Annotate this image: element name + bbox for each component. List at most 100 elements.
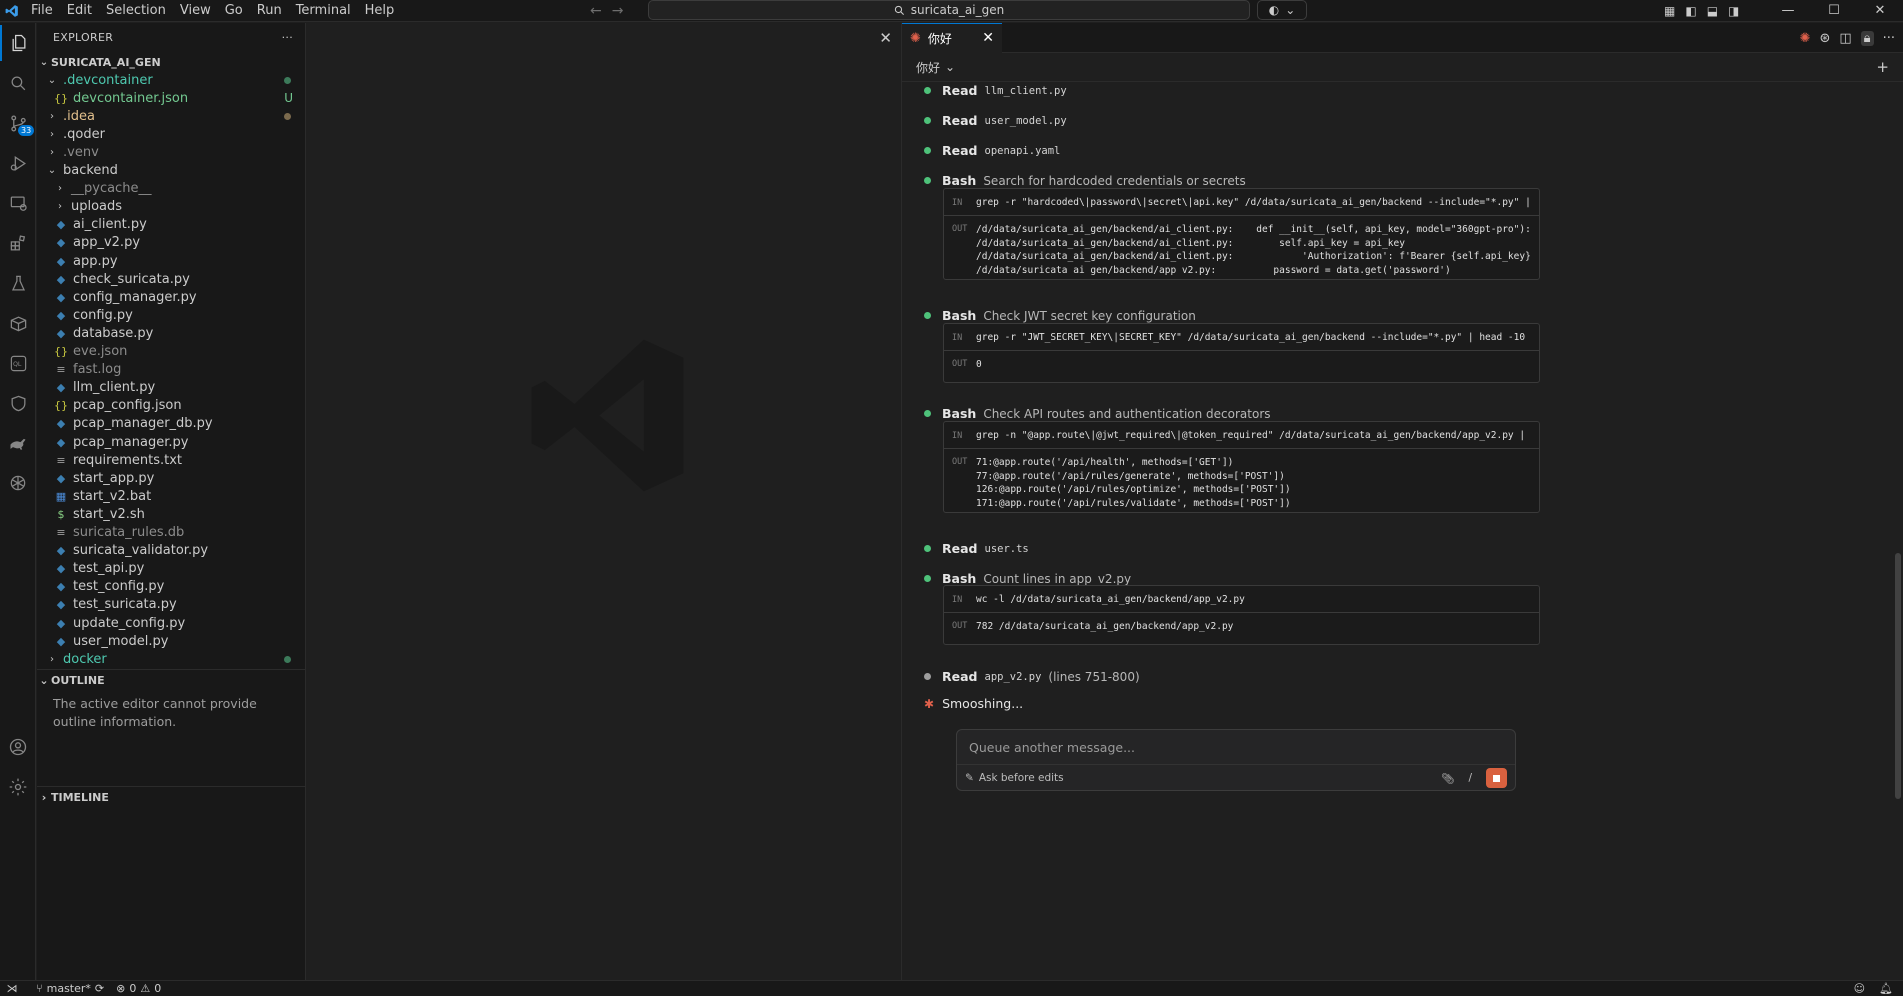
menu-view[interactable]: View xyxy=(173,0,218,22)
shield-icon[interactable] xyxy=(0,385,36,421)
tree-item-label: suricata_validator.py xyxy=(73,543,209,559)
outline-empty-message: The active editor cannot provide outline… xyxy=(53,696,257,729)
command-output-row: OUT 71:@app.route('/api/health', methods=… xyxy=(944,449,1539,512)
copilot-status-icon[interactable]: ☺ xyxy=(1854,982,1865,995)
chevron-down-icon: ⌄ xyxy=(47,165,57,176)
tool-file-name: app_v2.py xyxy=(984,670,1042,683)
session-title[interactable]: 你好 xyxy=(916,59,940,76)
close-editor-group-icon[interactable]: ✕ xyxy=(879,29,892,47)
slash-command-button[interactable]: / xyxy=(1468,772,1472,784)
json-file-icon: {} xyxy=(54,91,68,105)
codeql-icon[interactable]: QL xyxy=(0,345,36,381)
toggle-panel-icon[interactable]: ⬓ xyxy=(1707,4,1718,18)
explorer-icon[interactable] xyxy=(0,25,36,61)
openai-icon[interactable] xyxy=(0,465,36,501)
py-file-icon: ◆ xyxy=(56,471,66,485)
branch-status[interactable]: ⑂ master* ⟳ xyxy=(36,982,104,995)
stop-button[interactable] xyxy=(1486,768,1507,788)
mode-label[interactable]: Ask before edits xyxy=(979,772,1064,784)
bash-tool-call[interactable]: Bash Check JWT secret key configuration xyxy=(924,308,1196,323)
run-debug-icon[interactable] xyxy=(0,145,36,181)
bash-tool-call[interactable]: Bash Check API routes and authentication … xyxy=(924,406,1271,421)
menu-help[interactable]: Help xyxy=(358,0,402,22)
read-tool-call[interactable]: Read openapi.yaml xyxy=(924,143,1060,158)
customize-layout-icon[interactable]: ▦ xyxy=(1664,4,1675,18)
kangaroo-icon[interactable] xyxy=(0,425,36,461)
copilot-icon: ◐ xyxy=(1268,3,1280,17)
bash-tool-call[interactable]: Bash Count lines in app_v2.py xyxy=(924,571,1131,586)
maximize-icon[interactable]: ☐ xyxy=(1811,0,1857,22)
copilot-button[interactable]: ◐ ⌄ xyxy=(1257,0,1307,20)
py-file-icon: ◆ xyxy=(56,381,66,395)
chevron-down-icon[interactable]: ⌄ xyxy=(945,60,955,74)
py-file-icon: ◆ xyxy=(56,544,66,558)
split-editor-icon[interactable]: ◫ xyxy=(1839,31,1851,46)
testing-flask-icon[interactable] xyxy=(0,265,36,301)
source-control-icon[interactable]: 33 xyxy=(0,105,36,141)
menu-terminal[interactable]: Terminal xyxy=(289,0,358,22)
remote-explorer-icon[interactable] xyxy=(0,185,36,221)
read-tool-call[interactable]: Read user_model.py xyxy=(924,113,1067,128)
minimize-icon[interactable]: — xyxy=(1765,0,1811,22)
command-block[interactable]: IN grep -n "@app.route\|@jwt_required\|@t… xyxy=(943,421,1540,513)
problems-status[interactable]: ⊗ 0 ⚠ 0 xyxy=(116,982,161,995)
status-dot-icon xyxy=(924,147,931,154)
tool-name: Read xyxy=(942,83,978,98)
timeline-section-header[interactable]: › TIMELINE xyxy=(37,786,305,808)
tool-file-name: user.ts xyxy=(984,542,1029,555)
openai-icon[interactable]: ⊛ xyxy=(1819,31,1830,46)
read-tool-call[interactable]: Read app_v2.py (lines 751-800) xyxy=(924,669,1140,684)
more-actions-icon[interactable]: ··· xyxy=(1883,31,1895,46)
command-block[interactable]: IN grep -r "hardcoded\|password\|secret\|… xyxy=(943,188,1540,280)
workspace-root-label: SURICATA_AI_GEN xyxy=(51,55,161,69)
claude-spark-icon[interactable]: ✺ xyxy=(1800,31,1811,46)
tree-item-label: .qoder xyxy=(63,126,105,142)
chat-tab[interactable]: ✺ 你好 ✕ xyxy=(902,22,1002,53)
account-icon[interactable] xyxy=(0,729,36,765)
read-tool-call[interactable]: Read llm_client.py xyxy=(924,83,1067,98)
read-tool-call[interactable]: Read user.ts xyxy=(924,541,1029,556)
command-text: grep -n "@app.route\|@jwt_required\|@tok… xyxy=(976,429,1531,441)
toggle-sidebar-icon[interactable]: ◧ xyxy=(1685,4,1696,18)
remote-indicator-icon[interactable]: ⋊ xyxy=(0,982,24,995)
forward-arrow-icon[interactable]: → xyxy=(612,3,624,19)
close-window-icon[interactable]: ✕ xyxy=(1857,0,1903,22)
composer-input[interactable]: Queue another message... xyxy=(969,740,1135,755)
attach-paperclip-icon[interactable]: 📎︎ xyxy=(1441,772,1454,785)
explorer-header: EXPLORER ··· xyxy=(37,23,305,51)
command-block[interactable]: IN grep -r "JWT_SECRET_KEY\|SECRET_KEY" /… xyxy=(943,323,1540,383)
search-icon[interactable] xyxy=(0,65,36,101)
lock-icon[interactable]: 🔒︎ xyxy=(1860,30,1874,46)
tree-item-label: fast.log xyxy=(73,362,122,378)
settings-gear-icon[interactable] xyxy=(0,769,36,805)
more-actions-icon[interactable]: ··· xyxy=(282,31,293,44)
command-output: 71:@app.route('/api/health', methods=['G… xyxy=(976,457,1291,508)
command-block[interactable]: IN wc -l /d/data/suricata_ai_gen/backend/… xyxy=(943,585,1540,645)
folder-item[interactable]: › docker xyxy=(37,648,305,670)
menu-selection[interactable]: Selection xyxy=(99,0,173,22)
chat-scrollbar[interactable] xyxy=(1895,553,1901,799)
menu-edit[interactable]: Edit xyxy=(60,0,99,22)
command-output: 782 /d/data/suricata_ai_gen/backend/app_… xyxy=(976,621,1234,632)
git-status-dot xyxy=(284,76,291,84)
thinking-status: ✱ Smooshing... xyxy=(924,696,1023,711)
menu-run[interactable]: Run xyxy=(250,0,289,22)
menu-file[interactable]: File xyxy=(24,0,60,22)
command-center-search[interactable]: suricata_ai_gen xyxy=(648,0,1250,20)
sync-icon[interactable]: ⟳ xyxy=(95,982,104,995)
back-arrow-icon[interactable]: ← xyxy=(590,3,602,19)
extensions-icon[interactable] xyxy=(0,225,36,261)
py-file-icon: ◆ xyxy=(56,218,66,232)
new-chat-plus-icon[interactable]: + xyxy=(1876,58,1889,76)
notifications-bell-icon[interactable]: 🔔︎ xyxy=(1879,982,1893,995)
close-tab-icon[interactable]: ✕ xyxy=(982,30,994,46)
claude-spark-icon: ✺ xyxy=(910,30,921,46)
bash-tool-call[interactable]: Bash Search for hardcoded credentials or … xyxy=(924,173,1246,188)
containers-icon[interactable] xyxy=(0,305,36,341)
tree-item-label: test_api.py xyxy=(73,561,145,577)
message-composer[interactable]: Queue another message... ✎ Ask before ed… xyxy=(956,729,1516,791)
toggle-secondary-sidebar-icon[interactable]: ◨ xyxy=(1728,4,1739,18)
menu-go[interactable]: Go xyxy=(218,0,250,22)
outline-section-header[interactable]: ⌄ OUTLINE xyxy=(37,669,305,691)
command-text: wc -l /d/data/suricata_ai_gen/backend/ap… xyxy=(976,593,1245,605)
